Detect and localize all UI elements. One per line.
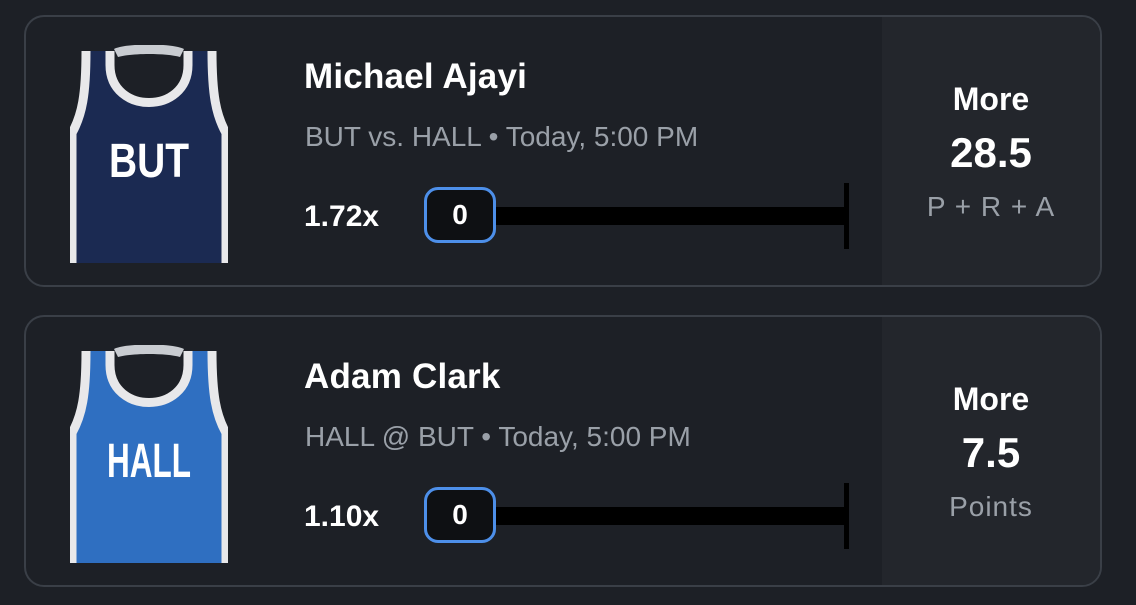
progress-value-badge: 0 [424, 487, 496, 543]
pick-stat-type: P + R + A [926, 191, 1056, 222]
pick-card[interactable]: BUT Michael Ajayi BUT vs. HALL • Today, … [24, 15, 1102, 287]
progress-target-marker [844, 483, 849, 549]
jersey-trim [105, 351, 193, 407]
progress-target-marker [844, 183, 849, 249]
matchup-info: HALL @ BUT • Today, 5:00 PM [305, 421, 691, 452]
pick-stat-type: Points [949, 491, 1033, 522]
hanger-icon [114, 45, 184, 57]
pick-direction: More [952, 381, 1030, 417]
hanger-icon [114, 345, 184, 357]
pick-line-panel[interactable]: More 7.5 Points [882, 317, 1100, 585]
jersey-team-text: BUT [109, 135, 189, 188]
pick-direction: More [952, 81, 1030, 117]
pick-line-value: 7.5 [961, 429, 1021, 476]
jersey-icon: HALL [70, 345, 228, 563]
progress-track [492, 207, 848, 225]
player-name[interactable]: Adam Clark [304, 357, 501, 397]
pick-line-value: 28.5 [950, 129, 1032, 176]
player-name[interactable]: Michael Ajayi [304, 57, 527, 97]
jersey-icon: BUT [70, 45, 228, 263]
payout-multiplier: 1.72x [304, 200, 380, 233]
progress-track [492, 507, 848, 525]
pick-card[interactable]: HALL Adam Clark HALL @ BUT • Today, 5:00… [24, 315, 1102, 587]
pick-line-panel[interactable]: More 28.5 P + R + A [882, 17, 1100, 285]
jersey-team-text: HALL [107, 435, 191, 488]
matchup-info: BUT vs. HALL • Today, 5:00 PM [305, 121, 699, 152]
payout-multiplier: 1.10x [304, 500, 380, 533]
progress-value-badge: 0 [424, 187, 496, 243]
jersey-trim [105, 51, 193, 107]
